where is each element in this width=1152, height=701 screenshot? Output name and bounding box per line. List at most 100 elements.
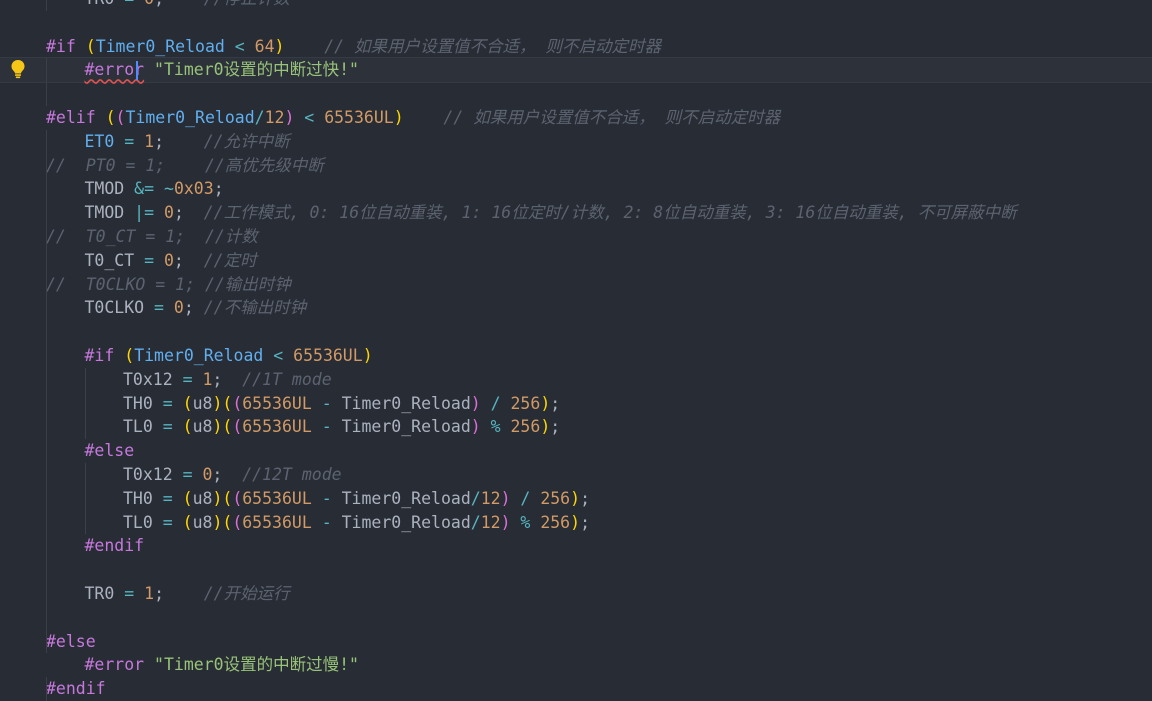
code-line-text: TH0 = (u8)((65536UL - Timer0_Reload/12) … <box>123 487 590 511</box>
code-line[interactable]: #else <box>0 439 1152 463</box>
code-token: 65536UL <box>293 346 363 365</box>
code-line[interactable]: #else <box>0 630 1152 654</box>
code-token: Timer0_Reload <box>341 393 471 413</box>
code-line[interactable]: // PT0 = 1; //高优先级中断 <box>0 154 1152 178</box>
code-token: ( <box>105 108 116 127</box>
code-token: // PT0 = 1; //高优先级中断 <box>46 155 324 175</box>
code-line-text: TMOD &= ~0x03; <box>85 177 224 201</box>
code-token: - <box>311 488 342 508</box>
code-line[interactable] <box>0 558 1152 582</box>
code-token: 12 <box>480 512 501 532</box>
code-line[interactable]: TR0 = 1; //开始运行 <box>0 582 1152 606</box>
code-line-text: T0_CT = 0; //定时 <box>85 249 257 273</box>
code-token: 65536UL <box>242 393 312 413</box>
code-line[interactable]: #elif ((Timer0_Reload/12) < 65536UL) // … <box>0 106 1152 130</box>
code-token: ( <box>182 417 193 437</box>
code-line[interactable]: T0x12 = 0; //12T mode <box>0 463 1152 487</box>
code-line[interactable]: #error "Timer0设置的中断过快!" <box>0 57 1152 84</box>
code-token: ( <box>222 417 233 437</box>
code-line[interactable]: TMOD &= ~0x03; <box>0 177 1152 201</box>
code-line[interactable]: TL0 = (u8)((65536UL - Timer0_Reload) % 2… <box>0 415 1152 439</box>
code-line[interactable]: #error "Timer0设置的中断过慢!" <box>0 653 1152 677</box>
code-line-text: #if (Timer0_Reload < 65536UL) <box>85 344 373 368</box>
code-token: 0 <box>173 298 184 318</box>
code-line[interactable]: #endif <box>0 677 1152 701</box>
code-line-text: #if (Timer0_Reload < 64) // 如果用户设置值不合适， … <box>46 35 661 59</box>
code-line[interactable]: // T0_CT = 1; //计数 <box>0 225 1152 249</box>
code-line[interactable]: ET0 = 1; //允许中断 <box>0 130 1152 154</box>
code-line[interactable]: #if (Timer0_Reload < 64) // 如果用户设置值不合适， … <box>0 35 1152 59</box>
code-token: ( <box>222 512 233 532</box>
code-token: = <box>134 250 164 270</box>
code-token: ) <box>362 346 373 365</box>
code-token: = <box>114 584 145 603</box>
code-line[interactable]: TL0 = (u8)((65536UL - Timer0_Reload/12) … <box>0 511 1152 535</box>
code-line[interactable]: T0CLKO = 0; //不输出时钟 <box>0 296 1152 320</box>
code-token: T0_CT <box>84 250 135 270</box>
code-line[interactable] <box>0 606 1152 630</box>
code-line-text: T0x12 = 0; //12T mode <box>123 463 342 487</box>
code-line-text: #else <box>85 439 135 463</box>
code-line[interactable]: TH0 = (u8)((65536UL - Timer0_Reload/12) … <box>0 487 1152 511</box>
code-token: ) <box>500 488 511 508</box>
code-token: T0x12 <box>123 369 173 389</box>
code-token: Timer0_Reload <box>341 512 471 532</box>
code-line[interactable]: #if (Timer0_Reload < 65536UL) <box>0 344 1152 368</box>
code-line[interactable]: TR0 = 0; //停止计数 <box>0 0 1152 11</box>
code-token: |= <box>124 203 164 223</box>
code-line-text: T0x12 = 1; //1T mode <box>123 368 332 392</box>
code-token: ) <box>570 512 581 532</box>
code-line-text: #endif <box>46 677 106 701</box>
code-token: % <box>480 417 511 437</box>
code-line-text: // T0CLKO = 1; //输出时钟 <box>46 273 291 297</box>
code-token: ; <box>183 298 204 318</box>
code-token: #endif <box>84 536 145 556</box>
code-token: &= <box>124 179 164 199</box>
code-line[interactable]: TMOD |= 0; //工作模式, 0: 16位自动重装, 1: 16位定时/… <box>0 201 1152 225</box>
code-token: / <box>480 393 511 413</box>
code-line-text: // T0_CT = 1; //计数 <box>46 225 258 249</box>
code-line[interactable] <box>0 82 1152 106</box>
code-token: ; <box>173 250 204 270</box>
code-line-text: TL0 = (u8)((65536UL - Timer0_Reload/12) … <box>123 511 590 535</box>
code-line[interactable]: T0x12 = 1; //1T mode <box>0 368 1152 392</box>
code-line-text: TH0 = (u8)((65536UL - Timer0_Reload) / 2… <box>123 392 560 416</box>
code-token: ET0 <box>84 131 115 151</box>
code-token: Timer0_Reload <box>134 346 264 365</box>
code-token: TR0 <box>85 0 115 8</box>
code-token: ( <box>232 393 243 413</box>
code-token: ) <box>274 36 285 56</box>
code-line[interactable]: TH0 = (u8)((65536UL - Timer0_Reload) / 2… <box>0 392 1152 416</box>
code-line[interactable]: #endif <box>0 534 1152 558</box>
code-line[interactable]: T0_CT = 0; //定时 <box>0 249 1152 273</box>
code-token: 0 <box>144 0 154 8</box>
code-line[interactable] <box>0 320 1152 344</box>
code-token: - <box>311 393 342 413</box>
code-token: ) <box>540 393 551 413</box>
code-token: ; <box>580 488 590 508</box>
code-token: / <box>254 108 265 127</box>
text-cursor <box>136 61 138 81</box>
indent-guide <box>46 129 47 654</box>
code-token: < <box>224 36 255 56</box>
code-token: ) <box>212 417 223 437</box>
code-token: ( <box>182 512 193 532</box>
code-token: ( <box>232 512 243 532</box>
code-token: ; <box>213 179 224 199</box>
code-editor[interactable]: TR0 = 0; //停止计数 #if (Timer0_Reload < 64) … <box>0 0 1152 701</box>
code-token: Timer0_Reload <box>341 417 471 437</box>
code-line-text: #else <box>46 630 96 654</box>
code-token: #else <box>46 631 96 651</box>
code-line[interactable] <box>0 11 1152 35</box>
code-line[interactable]: // T0CLKO = 1; //输出时钟 <box>0 273 1152 297</box>
code-line-text: TMOD |= 0; //工作模式, 0: 16位自动重装, 1: 16位定时/… <box>85 201 1017 225</box>
code-token: Timer0_Reload <box>95 36 225 56</box>
code-token: "Timer0设置的中断过慢!" <box>154 655 359 675</box>
code-token: ; <box>173 203 204 223</box>
code-token: TL0 <box>123 417 153 437</box>
indent-guide <box>84 367 86 440</box>
code-token: // 如果用户设置值不合适， 则不启动定时器 <box>324 36 661 56</box>
lightbulb-icon[interactable] <box>10 59 26 79</box>
